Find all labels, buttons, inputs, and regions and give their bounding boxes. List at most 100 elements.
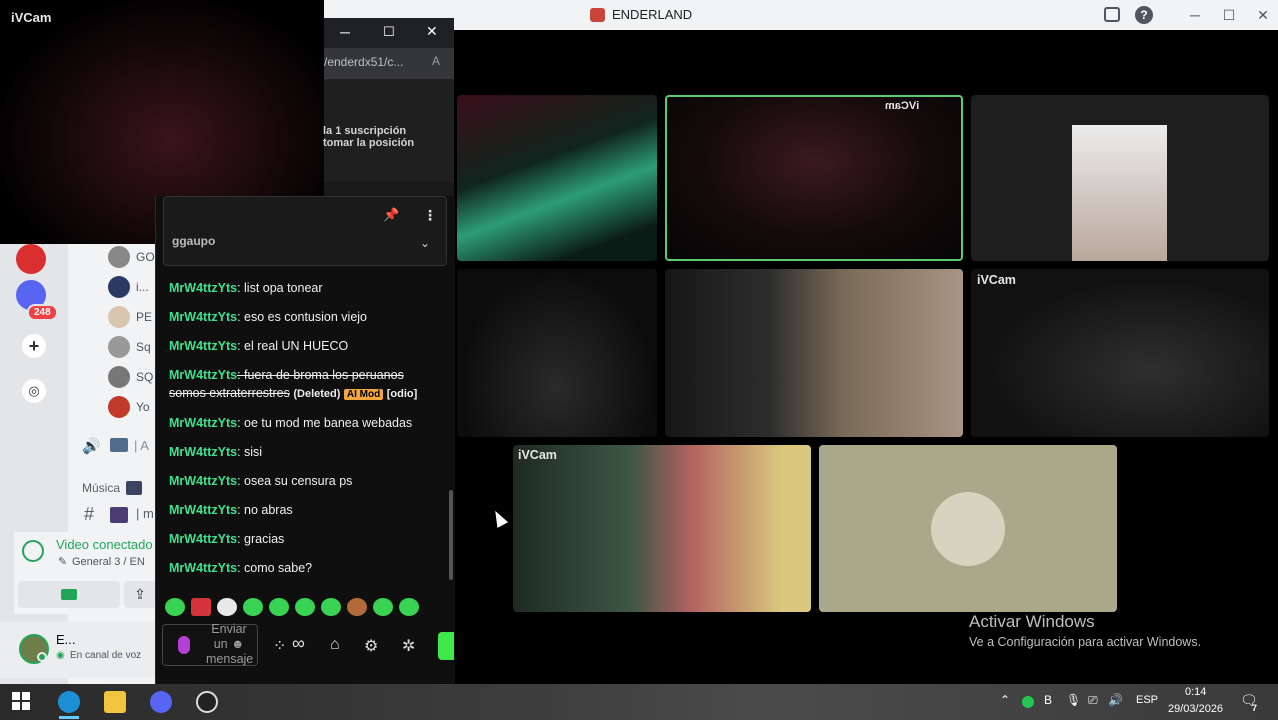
- points-icon[interactable]: ⁘: [273, 636, 286, 656]
- member-item[interactable]: Sq: [108, 336, 151, 360]
- pin-icon[interactable]: 📌: [383, 207, 399, 223]
- app-logo-icon: [590, 8, 605, 22]
- voice-status[interactable]: Video conectado: [56, 537, 153, 552]
- chevron-down-icon[interactable]: ⌄: [420, 236, 430, 250]
- chat-message: MrW4ttzYts: gracias: [169, 532, 285, 546]
- avatar: [108, 396, 130, 418]
- pinned-message[interactable]: [163, 196, 447, 266]
- inbox-icon[interactable]: [1104, 7, 1120, 22]
- tray-chevron-icon[interactable]: ⌃: [1000, 693, 1010, 707]
- microphone-icon[interactable]: 🎙: [1066, 693, 1081, 707]
- add-server-icon[interactable]: +: [22, 334, 46, 358]
- language-indicator[interactable]: ESP: [1136, 694, 1158, 706]
- participant-avatar: [931, 492, 1005, 566]
- chat-message: MrW4ttzYts: eso es contusion viejo: [169, 310, 368, 324]
- text-channel-name[interactable]: | m: [136, 506, 154, 521]
- member-item[interactable]: GO: [108, 246, 155, 270]
- member-item[interactable]: i...: [108, 276, 149, 300]
- chat-scrollbar[interactable]: [449, 490, 453, 580]
- video-tile[interactable]: [513, 445, 811, 612]
- video-frame: [1072, 125, 1167, 261]
- emote-icon[interactable]: [373, 598, 393, 616]
- explore-icon[interactable]: ◎: [22, 379, 46, 403]
- music-emoji-icon: [126, 481, 142, 495]
- emote-icon[interactable]: [191, 598, 211, 616]
- video-tile-avatar[interactable]: [819, 445, 1117, 612]
- activation-watermark-title: Activar Windows: [969, 612, 1095, 631]
- read-aloud-icon[interactable]: A: [432, 54, 440, 68]
- file-explorer-icon[interactable]: [104, 691, 126, 713]
- emote-icon[interactable]: [243, 598, 263, 616]
- emote-icon[interactable]: [399, 598, 419, 616]
- avatar: [108, 366, 130, 388]
- signal-icon[interactable]: [22, 540, 44, 562]
- chat-message: MrW4ttzYts: no abras: [169, 503, 293, 517]
- clock-date[interactable]: 29/03/2026: [1168, 703, 1223, 715]
- camera-icon: [61, 589, 77, 600]
- network-icon[interactable]: ⎚: [1088, 693, 1098, 708]
- category-music[interactable]: Música: [82, 481, 120, 495]
- preview-label: iVCam: [11, 10, 52, 25]
- online-status-icon: [37, 652, 47, 662]
- video-tile[interactable]: [971, 95, 1269, 261]
- emote-icon[interactable]: [165, 598, 185, 616]
- member-item[interactable]: PE: [108, 306, 152, 330]
- avatar: [108, 276, 130, 298]
- chat-message-deleted: MrW4ttzYts: fuera de broma los peruanos …: [169, 368, 418, 400]
- emote-icon[interactable]: [217, 598, 237, 616]
- popup-close-button[interactable]: ✕: [426, 23, 438, 40]
- clock-time[interactable]: 0:14: [1185, 686, 1206, 698]
- chat-message: MrW4ttzYts: sisi: [169, 445, 263, 459]
- emote-icon[interactable]: [347, 598, 367, 616]
- send-button[interactable]: [438, 632, 454, 660]
- notification-count: 7: [1252, 703, 1258, 713]
- start-icon[interactable]: [12, 692, 30, 710]
- video-tile[interactable]: [971, 269, 1269, 437]
- voice-channel-name[interactable]: | A: [134, 438, 149, 453]
- member-item[interactable]: SQ: [108, 366, 153, 390]
- chat-message: MrW4ttzYts: list opa tonear: [169, 281, 323, 295]
- store-icon[interactable]: ⌂: [330, 636, 340, 654]
- chat-input-placeholder: Enviar un ☻ mensaje: [206, 622, 254, 666]
- popup-minimize-button[interactable]: ─: [340, 24, 350, 40]
- discord-taskbar-icon[interactable]: [150, 691, 172, 713]
- tile-label: iVCam: [518, 448, 557, 462]
- user-name[interactable]: E...: [56, 632, 76, 647]
- channel-emoji-icon: [110, 507, 128, 523]
- emote-icon[interactable]: [295, 598, 315, 616]
- minimize-button[interactable]: ─: [1184, 4, 1206, 26]
- chat-message: MrW4ttzYts: osea su censura ps: [169, 474, 353, 488]
- camera-button[interactable]: [18, 581, 120, 608]
- volume-icon[interactable]: 🔊: [1108, 693, 1123, 707]
- pencil-icon: ✎: [58, 556, 68, 568]
- window-title: ENDERLAND: [612, 7, 693, 22]
- bluetooth-icon[interactable]: B: [1044, 693, 1052, 707]
- popup-maximize-button[interactable]: ☐: [383, 24, 395, 40]
- chat-message: MrW4ttzYts: oe tu mod me banea webadas: [169, 416, 413, 430]
- maximize-button[interactable]: ☐: [1218, 4, 1240, 26]
- gear-icon[interactable]: ⚙: [364, 636, 378, 656]
- close-button[interactable]: ✕: [1252, 4, 1274, 26]
- screen-share-button[interactable]: ⇪: [124, 581, 156, 608]
- video-tile-active-speaker[interactable]: [665, 95, 963, 261]
- more-options-icon[interactable]: ⋮: [423, 207, 437, 224]
- tray-app-icon[interactable]: [1022, 696, 1034, 708]
- help-icon[interactable]: ?: [1135, 6, 1153, 24]
- ai-mod-badge: AI Mod: [343, 389, 384, 400]
- voice-dot-icon: ◉: [56, 650, 65, 661]
- mic-icon[interactable]: [178, 636, 190, 654]
- emote-icon[interactable]: [321, 598, 341, 616]
- chat-message: MrW4ttzYts: como sabe?: [169, 561, 313, 575]
- ivcam-taskbar-icon[interactable]: [196, 691, 218, 713]
- video-tile[interactable]: [457, 95, 657, 261]
- infinity-icon[interactable]: ∞: [292, 633, 305, 654]
- unread-badge: 248: [27, 304, 58, 321]
- emote-icon[interactable]: [269, 598, 289, 616]
- edge-icon[interactable]: [58, 691, 80, 713]
- video-tile[interactable]: [457, 269, 657, 437]
- server-icon[interactable]: [16, 244, 46, 274]
- video-tile[interactable]: [665, 269, 963, 437]
- member-item[interactable]: Yo: [108, 396, 150, 420]
- settings-icon[interactable]: ✲: [402, 636, 415, 656]
- speaker-icon: 🔊: [82, 438, 101, 455]
